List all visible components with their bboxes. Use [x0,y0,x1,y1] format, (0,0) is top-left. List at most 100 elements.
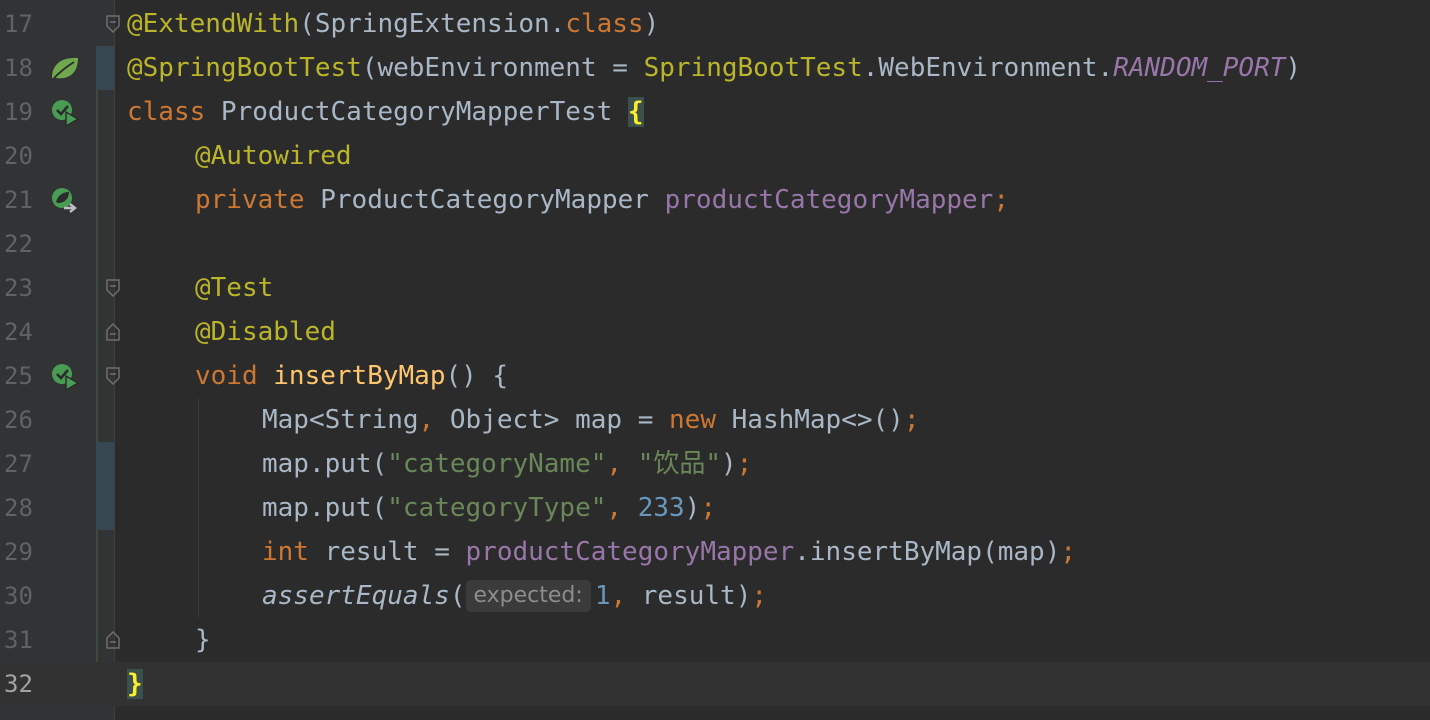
class-ref-token: SpringBootTest [643,53,863,83]
constant-token: RANDOM_PORT [1113,53,1286,83]
brace-token: } [195,625,211,655]
code-text[interactable]: } [127,662,143,706]
parameter-hint[interactable]: expected: [465,580,591,612]
annotation-token: @Disabled [195,317,336,347]
constructor-token: HashMap<>() [715,405,904,435]
code-text[interactable]: private ProductCategoryMapper productCat… [195,178,1009,222]
keyword-token: private [195,185,305,215]
code-text[interactable]: @Test [195,266,273,310]
keyword-token: new [669,405,716,435]
class-ref-token: WebEnvironment [878,53,1098,83]
code-text[interactable]: void insertByMap() { [195,354,508,398]
code-line[interactable]: 27 map.put("categoryName", "饮品"); [0,442,1430,486]
line-number: 23 [4,274,33,302]
paren-token: ) [643,9,660,39]
method-call-token: map.put( [262,493,388,523]
field-token: productCategoryMapper [465,537,795,567]
fold-end-icon[interactable] [104,630,122,650]
annotation-token: @SpringBootTest [127,53,362,83]
field-token: productCategoryMapper [664,185,994,215]
line-number: 27 [4,450,33,478]
line-number: 30 [4,582,33,610]
annotation-token: @ExtendWith [127,9,300,39]
variable-token: result = [308,537,466,567]
matched-brace: { [627,97,644,127]
line-number: 26 [4,406,33,434]
run-test-icon[interactable] [50,362,80,390]
string-token: "categoryType" [387,493,607,523]
code-text[interactable]: map.put("categoryType", 233); [262,486,716,530]
code-text[interactable]: class ProductCategoryMapperTest { [127,90,644,134]
param-token: webEnvironment = [377,53,644,83]
fold-end-icon[interactable] [104,322,122,342]
semicolon-token: ; [700,493,716,523]
code-text[interactable]: int result = productCategoryMapper.inser… [262,530,1076,574]
code-text[interactable]: @SpringBootTest(webEnvironment = SpringB… [127,46,1301,90]
code-line[interactable]: 24 @Disabled [0,310,1430,354]
semicolon-token: ; [751,581,768,611]
line-number: 18 [4,54,33,82]
code-text[interactable]: } [195,618,211,662]
line-number: 28 [4,494,33,522]
number-token: 233 [637,493,685,523]
comma-token: , [606,493,623,523]
fold-start-icon[interactable] [104,278,122,298]
matched-brace: } [127,669,143,699]
code-text[interactable]: @Autowired [195,134,352,178]
semicolon-token: ; [1060,537,1077,567]
spring-bean-icon[interactable] [50,54,80,82]
static-method-token: assertEquals [262,581,450,611]
method-name-token: insertByMap [273,361,446,391]
semicolon-token: ; [903,405,920,435]
code-line[interactable]: 17 @ExtendWith(SpringExtension.class) [0,2,1430,46]
keyword-token: void [195,361,258,391]
paren-token: ( [361,53,378,83]
type-token: Map<String [262,405,419,435]
code-text[interactable]: Map<String, Object> map = new HashMap<>(… [262,398,919,442]
method-call-token: .insertByMap(map) [794,537,1061,567]
navigate-to-bean-icon[interactable] [50,186,80,214]
method-call-token: map.put( [262,449,388,479]
annotation-token: @Autowired [195,141,352,171]
comma-token: , [418,405,435,435]
fold-start-icon[interactable] [104,366,122,386]
code-line[interactable]: 30 assertEquals(expected: 1, result); [0,574,1430,618]
code-line[interactable]: 21 private ProductCategoryMapper product… [0,178,1430,222]
keyword-token: class [127,97,206,127]
code-line[interactable]: 20 @Autowired [0,134,1430,178]
line-number: 17 [4,10,33,38]
paren-token: ( [449,581,466,611]
line-number: 19 [4,98,33,126]
code-line[interactable]: 26 Map<String, Object> map = new HashMap… [0,398,1430,442]
class-name-token: ProductCategoryMapperTest [205,97,628,127]
line-number: 31 [4,626,33,654]
code-line[interactable]: 28 map.put("categoryType", 233); [0,486,1430,530]
code-line[interactable]: 22 [0,222,1430,266]
line-number: 24 [4,318,33,346]
string-token: "categoryName" [387,449,607,479]
code-text[interactable]: @ExtendWith(SpringExtension.class) [127,2,659,46]
code-line-current[interactable]: 32 } [0,662,1430,706]
line-number: 25 [4,362,33,390]
paren-token: ) [1285,53,1302,83]
type-token: ProductCategoryMapper [304,185,665,215]
code-line[interactable]: 23 @Test [0,266,1430,310]
dot-token: . [549,9,566,39]
code-line[interactable]: 18 @SpringBootTest(webEnvironment = Spri… [0,46,1430,90]
line-number: 21 [4,186,33,214]
code-line[interactable]: 19 class ProductCategoryMapperTest { [0,90,1430,134]
run-test-icon[interactable] [50,98,80,126]
code-text[interactable]: @Disabled [195,310,336,354]
paren-token: ) [684,493,701,523]
code-line[interactable]: 31 } [0,618,1430,662]
code-editor[interactable]: 17 @ExtendWith(SpringExtension.class) 18… [0,0,1430,720]
code-text[interactable]: assertEquals(expected: 1, result); [262,574,767,618]
fold-start-icon[interactable] [104,14,122,34]
semicolon-token: ; [993,185,1009,215]
code-line[interactable]: 25 void insertByMap() { [0,354,1430,398]
keyword-token: class [565,9,644,39]
code-text[interactable]: map.put("categoryName", "饮品"); [262,442,752,486]
code-line[interactable]: 29 int result = productCategoryMapper.in… [0,530,1430,574]
